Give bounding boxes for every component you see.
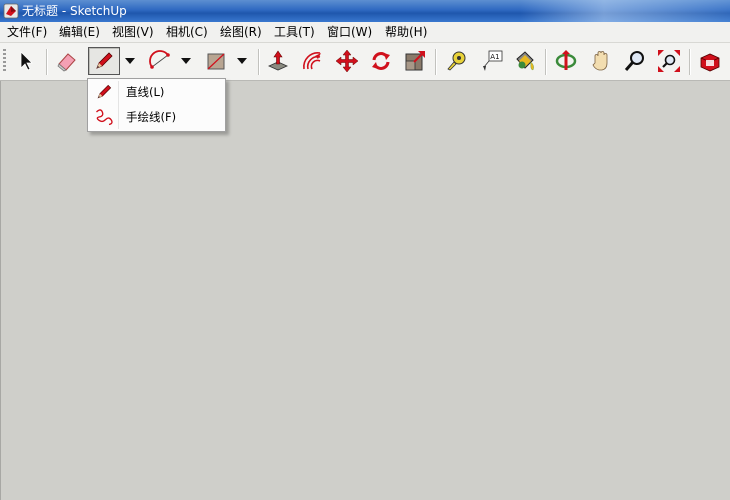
arc-tool-dropdown-arrow[interactable]: [178, 47, 194, 75]
pan-tool-button[interactable]: [587, 47, 615, 75]
offset-icon: [303, 52, 321, 70]
pan-hand-icon: [592, 51, 608, 71]
chevron-down-icon: [237, 58, 247, 64]
rectangle-icon: [207, 53, 225, 70]
push-pull-tool-button[interactable]: [264, 47, 292, 75]
arrow-cursor-icon: [20, 51, 33, 71]
text-tool-label: A1: [490, 53, 499, 61]
tape-measure-tool-button[interactable]: [443, 47, 471, 75]
menu-draw[interactable]: 绘图(R): [219, 24, 263, 40]
tape-measure-icon: [447, 51, 466, 71]
rectangle-tool-button[interactable]: [202, 47, 230, 75]
dropdown-item-line[interactable]: 直线(L): [88, 80, 225, 104]
rotate-tool-button[interactable]: [367, 47, 395, 75]
line-tool-dropdown-menu: 直线(L) 手绘线(F): [87, 78, 226, 132]
push-pull-icon: [268, 50, 288, 71]
chevron-down-icon: [181, 58, 191, 64]
pencil-icon: [97, 84, 112, 99]
toolbar-separator: [545, 49, 547, 75]
scale-icon: [405, 51, 425, 71]
eraser-icon: [57, 53, 76, 72]
orbit-tool-button[interactable]: [552, 47, 580, 75]
zoom-icon: [624, 51, 644, 71]
title-bar: 无标题 - SketchUp: [0, 0, 730, 22]
rectangle-tool-dropdown-arrow[interactable]: [234, 47, 250, 75]
menu-view[interactable]: 视图(V): [111, 24, 155, 40]
toolbar-separator: [689, 49, 691, 75]
menu-bar: 文件(F) 编辑(E) 视图(V) 相机(C) 绘图(R) 工具(T) 窗口(W…: [0, 22, 730, 43]
rotate-icon: [372, 52, 390, 70]
eraser-tool-button[interactable]: [53, 47, 81, 75]
arc-icon: [149, 50, 170, 69]
dropdown-item-freehand[interactable]: 手绘线(F): [88, 105, 225, 129]
zoom-tool-button[interactable]: [621, 47, 649, 75]
line-tool-button[interactable]: [88, 47, 120, 75]
menu-help[interactable]: 帮助(H): [384, 24, 428, 40]
line-tool-dropdown-arrow[interactable]: [122, 47, 138, 75]
menu-camera[interactable]: 相机(C): [165, 24, 209, 40]
menu-file[interactable]: 文件(F): [6, 24, 48, 40]
orbit-icon: [555, 50, 577, 70]
toolbar-separator: [258, 49, 260, 75]
toolbar: A1: [0, 43, 730, 81]
dropdown-item-label: 手绘线(F): [126, 110, 177, 124]
menu-edit[interactable]: 编辑(E): [58, 24, 101, 40]
scale-tool-button[interactable]: [401, 47, 429, 75]
select-tool-button[interactable]: [12, 47, 40, 75]
arc-tool-button[interactable]: [146, 47, 174, 75]
move-icon: [335, 49, 359, 73]
dropdown-item-label: 直线(L): [126, 85, 165, 99]
move-tool-button[interactable]: [333, 47, 361, 75]
paint-bucket-tool-button[interactable]: [511, 47, 539, 75]
warehouse-tool-button[interactable]: [696, 47, 724, 75]
freehand-icon: [96, 109, 113, 126]
menu-tools[interactable]: 工具(T): [273, 24, 316, 40]
text-tool-button[interactable]: A1: [478, 47, 506, 75]
menu-window[interactable]: 窗口(W): [326, 24, 373, 40]
warehouse-icon: [700, 53, 720, 72]
zoom-extents-icon: [658, 50, 680, 72]
zoom-extents-tool-button[interactable]: [655, 47, 683, 75]
drawing-viewport[interactable]: [0, 81, 730, 500]
toolbar-separator: [46, 49, 48, 75]
text-label-icon: A1: [483, 50, 503, 71]
toolbar-grip[interactable]: [3, 49, 6, 73]
toolbar-separator: [435, 49, 437, 75]
window-title: 无标题 - SketchUp: [22, 4, 127, 18]
chevron-down-icon: [125, 58, 135, 64]
paint-bucket-icon: [516, 51, 534, 71]
offset-tool-button[interactable]: [298, 47, 326, 75]
title-bar-glow: [520, 0, 730, 22]
sketchup-logo-icon[interactable]: [3, 3, 19, 19]
pencil-icon: [96, 52, 113, 69]
